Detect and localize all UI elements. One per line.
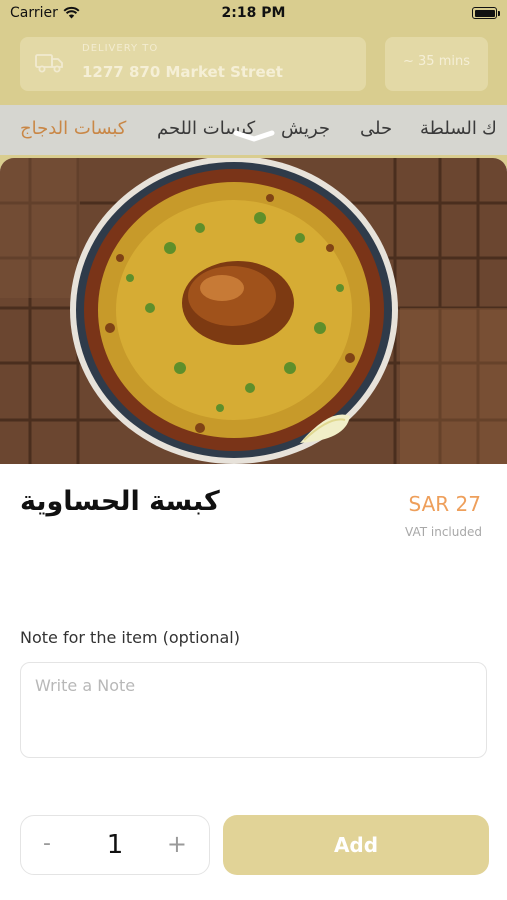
background-app: Carrier 2:18 PM DELIVERY TO 1277 870 Mar… [0,0,507,170]
status-bar: Carrier 2:18 PM [0,0,507,28]
delivery-time-card[interactable]: ~ 35 mins [385,37,488,91]
delivery-time: ~ 35 mins [403,54,470,69]
chevron-down-icon[interactable] [232,124,276,144]
note-label: Note for the item (optional) [20,628,240,647]
vat-note: VAT included [405,525,482,539]
delivery-label: DELIVERY TO [82,43,159,54]
add-to-cart-button[interactable]: Add [223,815,489,875]
delivery-address: 1277 870 Market Street [82,63,283,81]
clock: 2:18 PM [221,5,286,21]
quantity-stepper: - 1 + [20,815,210,875]
item-detail-sheet: كبسة الحساوية SAR 27 VAT included Note f… [0,158,507,900]
note-field[interactable] [20,662,487,758]
tab-desserts[interactable]: حلى [360,118,392,139]
kabsa-dish-image [0,158,507,464]
item-title: كبسة الحساوية [20,486,220,517]
tab-jareesh[interactable]: جريش [281,118,330,139]
note-input[interactable] [33,675,477,696]
battery-icon [472,7,497,19]
delivery-address-card[interactable]: DELIVERY TO 1277 870 Market Street [20,37,366,91]
tab-salad[interactable]: السلطة [420,118,477,139]
item-price: SAR 27 [408,492,481,516]
battery-cap [498,11,500,16]
tab-category-partial[interactable]: ﻙ [482,118,497,139]
increase-quantity-button[interactable]: + [167,830,187,858]
tab-chicken-kabsa[interactable]: كبسات الدجاج [20,118,126,139]
truck-icon [35,54,63,73]
